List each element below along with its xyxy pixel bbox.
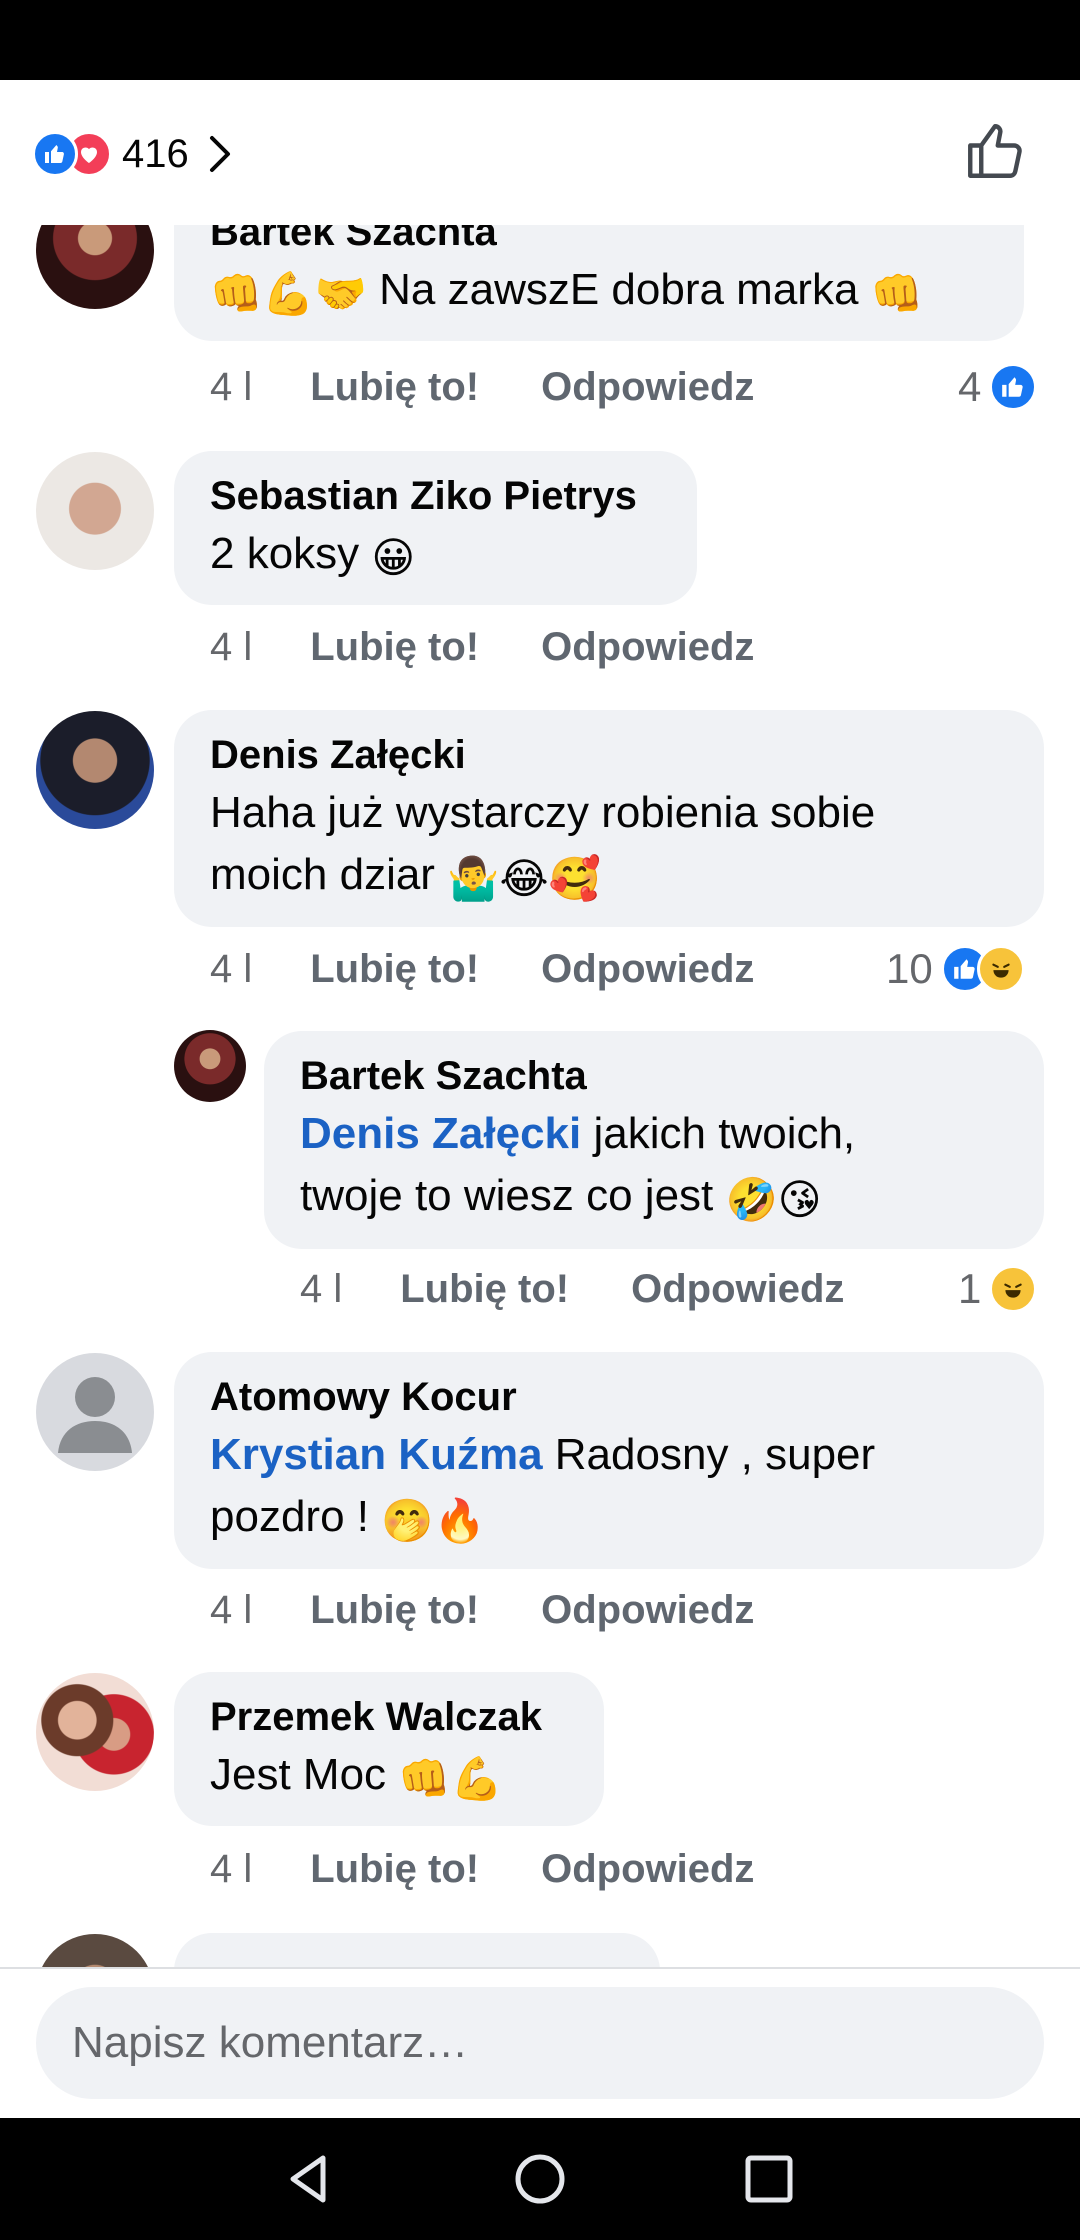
comment-emoji: 👊💪🤝 (210, 270, 367, 317)
reply-button[interactable]: Odpowiedz (541, 625, 754, 670)
comment-reactions[interactable]: 1 (958, 1261, 1038, 1317)
comment-body: Radosny , super (554, 1430, 876, 1479)
comment-body: twoje to wiesz co jest (300, 1171, 714, 1220)
comment-bubble: Przemek Walczak Jest Moc 👊💪 (174, 1672, 604, 1826)
comment-emoji: 🤭🔥 (381, 1497, 486, 1544)
like-outline-icon[interactable] (962, 118, 1028, 184)
comment-age[interactable]: 4 l (210, 1588, 252, 1633)
comment-bubble (174, 1933, 660, 1967)
comment-author[interactable]: Denis Załęcki (210, 728, 1008, 782)
comment-bubble: Denis Załęcki Haha już wystarczy robieni… (174, 710, 1044, 927)
comment-actions: 4 l Lubię to! Odpowiedz (210, 359, 754, 415)
avatar[interactable] (174, 1030, 246, 1102)
comment-bubble: Atomowy Kocur Krystian Kuźma Radosny , s… (174, 1352, 1044, 1569)
comment-body: moich dziar (210, 850, 435, 899)
comment-body: pozdro ! (210, 1492, 369, 1541)
like-button[interactable]: Lubię to! (310, 625, 479, 670)
reaction-total: 4 (958, 363, 982, 410)
like-button[interactable]: Lubię to! (400, 1267, 569, 1312)
comment-body: jakich twoich, (593, 1109, 856, 1158)
comment-emoji: 🤷‍♂️😂🥰 (447, 855, 601, 902)
reactions-summary[interactable]: 416 (32, 124, 233, 184)
comment-age[interactable]: 4 l (210, 365, 252, 410)
comment-author[interactable]: Bartek Szachta (210, 225, 988, 259)
comment-text: Denis Załęcki jakich twoich, (300, 1103, 1008, 1165)
like-button[interactable]: Lubię to! (310, 1588, 479, 1633)
comment-text: Jest Moc 👊💪 (210, 1744, 568, 1810)
comment-author[interactable]: Przemek Walczak (210, 1690, 568, 1744)
comment-age[interactable]: 4 l (210, 625, 252, 670)
comment-emoji: 👊 (870, 270, 923, 317)
haha-icon (989, 1265, 1038, 1313)
like-button[interactable]: Lubię to! (310, 1847, 479, 1892)
comment-author[interactable]: Sebastian Ziko Pietrys (210, 469, 661, 523)
reactions-header: 416 (0, 80, 1080, 225)
like-button[interactable]: Lubię to! (310, 947, 479, 992)
reply-button[interactable]: Odpowiedz (631, 1267, 844, 1312)
reply-button[interactable]: Odpowiedz (541, 365, 754, 410)
navigation-bar (0, 2118, 1080, 2240)
comment-composer (0, 1967, 1080, 2119)
avatar[interactable] (36, 711, 154, 829)
comment-body: Na zawszE dobra marka (379, 265, 859, 314)
reply-button[interactable]: Odpowiedz (541, 947, 754, 992)
like-icon (989, 363, 1038, 411)
comment-text: twoje to wiesz co jest 🤣😘 (300, 1165, 1008, 1231)
avatar[interactable] (36, 1673, 154, 1791)
comment-actions: 4 l Lubię to! Odpowiedz (210, 1582, 754, 1638)
like-button[interactable]: Lubię to! (310, 365, 479, 410)
comment-actions: 4 l Lubię to! Odpowiedz (210, 619, 754, 675)
comment-text: pozdro ! 🤭🔥 (210, 1486, 1008, 1552)
mention-link[interactable]: Denis Załęcki (300, 1109, 581, 1158)
avatar[interactable] (36, 452, 154, 570)
comment-emoji: 🤣😘 (725, 1176, 822, 1223)
comment-age[interactable]: 4 l (210, 1847, 252, 1892)
comment-reactions[interactable]: 4 (958, 359, 1038, 415)
comment-reactions[interactable]: 10 (886, 941, 1025, 997)
haha-icon (976, 945, 1025, 993)
comment-actions: 4 l Lubię to! Odpowiedz (210, 941, 754, 997)
comment-text: 2 koksy 😀 (210, 523, 661, 589)
avatar[interactable] (36, 225, 154, 309)
back-icon[interactable] (277, 2146, 343, 2212)
reaction-total: 10 (886, 945, 933, 992)
comment-author[interactable]: Bartek Szachta (300, 1049, 1008, 1103)
comment-age[interactable]: 4 l (300, 1267, 342, 1312)
comment-emoji: 😀 (371, 534, 416, 581)
reaction-count: 416 (122, 131, 189, 176)
comment-input[interactable] (36, 1987, 1044, 2099)
comment-text: Haha już wystarczy robienia sobie (210, 788, 876, 837)
avatar-placeholder-icon[interactable] (36, 1353, 154, 1471)
comment-age[interactable]: 4 l (210, 947, 252, 992)
comment-actions: 4 l Lubię to! Odpowiedz (300, 1261, 844, 1317)
comment-bubble: Sebastian Ziko Pietrys 2 koksy 😀 (174, 451, 697, 605)
comment-text: moich dziar 🤷‍♂️😂🥰 (210, 844, 1008, 910)
comment-body: 2 koksy (210, 529, 360, 578)
reaction-total: 1 (958, 1265, 982, 1312)
comment-emoji: 👊💪 (398, 1755, 503, 1802)
status-bar (0, 0, 1080, 80)
reply-button[interactable]: Odpowiedz (541, 1847, 754, 1892)
comment-body: Jest Moc (210, 1750, 387, 1799)
reply-button[interactable]: Odpowiedz (541, 1588, 754, 1633)
comment-text: 👊💪🤝 Na zawszE dobra marka 👊 (210, 259, 988, 325)
home-icon[interactable] (507, 2146, 573, 2212)
reply-bubble: Bartek Szachta Denis Załęcki jakich twoi… (264, 1031, 1044, 1249)
avatar[interactable] (36, 1934, 154, 1967)
like-icon (32, 131, 78, 177)
mention-link[interactable]: Krystian Kuźma (210, 1430, 543, 1479)
comment-author[interactable]: Atomowy Kocur (210, 1370, 1008, 1424)
comment-text: Krystian Kuźma Radosny , super (210, 1424, 1008, 1486)
comment-bubble: Bartek Szachta 👊💪🤝 Na zawszE dobra marka… (174, 225, 1024, 341)
comments-list[interactable]: Bartek Szachta 👊💪🤝 Na zawszE dobra marka… (0, 225, 1080, 1967)
comment-actions: 4 l Lubię to! Odpowiedz (210, 1841, 754, 1897)
recents-icon[interactable] (736, 2146, 802, 2212)
chevron-right-icon (209, 136, 230, 172)
